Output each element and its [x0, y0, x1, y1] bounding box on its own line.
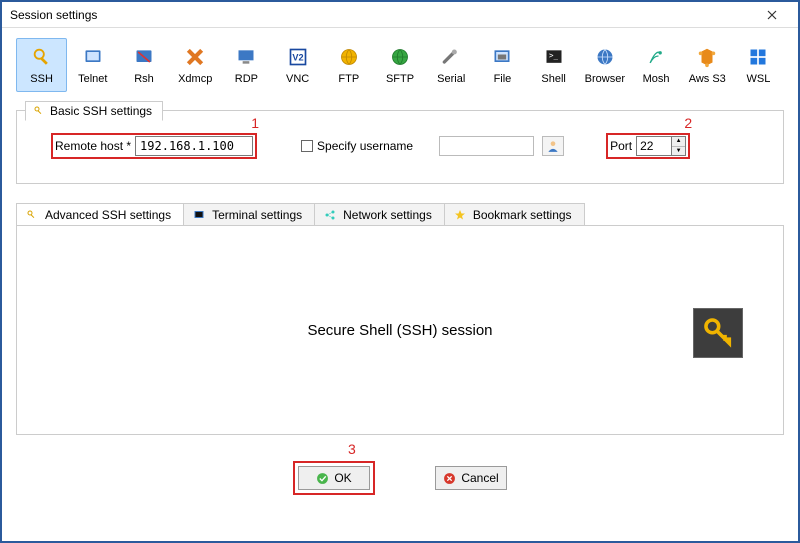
svg-text:V2: V2: [292, 52, 303, 62]
session-type-telnet[interactable]: Telnet: [67, 38, 118, 92]
rdp-icon: [234, 45, 258, 69]
aws-s3-icon: [695, 45, 719, 69]
close-icon: [767, 10, 777, 20]
dialog-title: Session settings: [10, 8, 97, 22]
session-type-browser[interactable]: Browser: [579, 38, 630, 92]
session-type-aws-s3[interactable]: Aws S3: [682, 38, 733, 92]
svg-text:>_: >_: [549, 51, 559, 60]
ssh-icon: [30, 45, 54, 69]
callout-3: 3: [348, 441, 356, 457]
serial-icon: [439, 45, 463, 69]
session-type-tabs: SSH Telnet Rsh Xdmcp RDP V2 VNC: [16, 38, 784, 92]
user-picker-button[interactable]: [542, 136, 564, 156]
remote-host-highlight: 1 Remote host *: [51, 133, 257, 159]
session-type-label: SSH: [30, 73, 53, 85]
session-type-shell[interactable]: >_ Shell: [528, 38, 579, 92]
xdmcp-icon: [183, 45, 207, 69]
terminal-icon: [192, 208, 206, 222]
tab-advanced-ssh[interactable]: Advanced SSH settings: [16, 203, 184, 226]
callout-1: 1: [251, 115, 259, 131]
basic-ssh-settings-group: Basic SSH settings 1 Remote host * Speci…: [16, 110, 784, 184]
basic-ssh-legend: Basic SSH settings: [25, 101, 163, 121]
specify-username-checkbox[interactable]: Specify username: [301, 139, 413, 153]
session-type-ssh[interactable]: SSH: [16, 38, 67, 92]
check-icon: [316, 472, 329, 485]
session-description: Secure Shell (SSH) session: [307, 322, 492, 339]
callout-2: 2: [684, 115, 692, 131]
titlebar: Session settings: [2, 2, 798, 28]
network-icon: [323, 208, 337, 222]
session-type-wsl[interactable]: WSL: [733, 38, 784, 92]
port-highlight: 2 Port ▲▼: [606, 133, 690, 159]
port-input[interactable]: [636, 136, 672, 156]
cancel-button[interactable]: Cancel: [435, 466, 507, 490]
session-settings-dialog: Session settings SSH Telnet Rsh Xdmcp: [0, 0, 800, 543]
port-spinner[interactable]: ▲▼: [672, 136, 686, 156]
star-icon: [453, 208, 467, 222]
session-type-mosh[interactable]: Mosh: [630, 38, 681, 92]
session-type-ftp[interactable]: FTP: [323, 38, 374, 92]
session-type-serial[interactable]: Serial: [426, 38, 477, 92]
advanced-tab-content: Secure Shell (SSH) session: [16, 225, 784, 435]
username-input[interactable]: [439, 136, 534, 156]
vnc-icon: V2: [286, 45, 310, 69]
mosh-icon: [644, 45, 668, 69]
user-icon: [546, 139, 560, 153]
key-small-icon: [32, 104, 46, 118]
session-type-rdp[interactable]: RDP: [221, 38, 272, 92]
session-type-vnc[interactable]: V2 VNC: [272, 38, 323, 92]
ssh-key-logo: [693, 308, 743, 358]
shell-icon: >_: [542, 45, 566, 69]
session-type-sftp[interactable]: SFTP: [374, 38, 425, 92]
cancel-icon: [443, 472, 456, 485]
secondary-tabs: Advanced SSH settings Terminal settings …: [16, 202, 784, 225]
ftp-icon: [337, 45, 361, 69]
key-small-icon: [25, 208, 39, 222]
key-icon: [701, 315, 735, 352]
dialog-footer: 3 OK Cancel: [16, 461, 784, 495]
ok-button[interactable]: OK: [298, 466, 370, 490]
ok-highlight: OK: [293, 461, 375, 495]
close-button[interactable]: [752, 5, 792, 25]
remote-host-input[interactable]: [135, 136, 253, 156]
sftp-icon: [388, 45, 412, 69]
wsl-icon: [746, 45, 770, 69]
tab-terminal[interactable]: Terminal settings: [183, 203, 315, 226]
checkbox-icon: [301, 140, 313, 152]
browser-icon: [593, 45, 617, 69]
content-area: SSH Telnet Rsh Xdmcp RDP V2 VNC: [2, 28, 798, 495]
port-label: Port: [610, 139, 632, 153]
remote-host-label: Remote host *: [55, 139, 131, 153]
session-type-file[interactable]: File: [477, 38, 528, 92]
telnet-icon: [81, 45, 105, 69]
rsh-icon: [132, 45, 156, 69]
tab-network[interactable]: Network settings: [314, 203, 445, 226]
file-icon: [490, 45, 514, 69]
tab-bookmark[interactable]: Bookmark settings: [444, 203, 585, 226]
session-type-xdmcp[interactable]: Xdmcp: [170, 38, 221, 92]
session-type-rsh[interactable]: Rsh: [118, 38, 169, 92]
